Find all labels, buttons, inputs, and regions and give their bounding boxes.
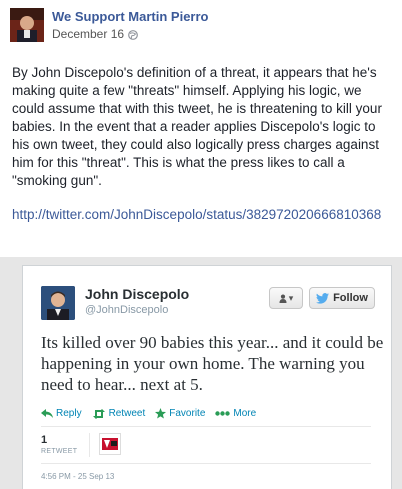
more-dots-icon (215, 411, 231, 416)
user-actions-button[interactable]: ▾ (269, 287, 303, 309)
tweet-author-handle[interactable]: @JohnDiscepolo (85, 304, 168, 316)
post-meta: December 16 (52, 27, 138, 41)
favorite-label: Favorite (169, 408, 206, 419)
post-body-text: By John Discepolo's definition of a thre… (12, 65, 382, 188)
more-label: More (233, 408, 257, 419)
follow-label: Follow (333, 292, 368, 304)
chevron-down-icon: ▾ (288, 292, 294, 303)
embedded-tweet-screenshot: John Discepolo @JohnDiscepolo ▾ Follow I… (0, 257, 402, 489)
globe-icon (128, 29, 138, 40)
retweet-count-label: RETWEET (41, 448, 78, 455)
post-date[interactable]: December 16 (52, 27, 124, 41)
reply-label: Reply (56, 408, 82, 419)
more-action[interactable]: More (215, 408, 256, 419)
retweet-stats: 1 RETWEET (41, 426, 371, 464)
reply-icon (41, 409, 53, 418)
retweet-label: Retweet (108, 408, 146, 419)
tweet-card: John Discepolo @JohnDiscepolo ▾ Follow I… (22, 265, 392, 489)
star-icon (155, 408, 167, 419)
user-dropdown-icon (279, 294, 287, 303)
tweet-timestamp[interactable]: 4:56 PM - 25 Sep 13 (41, 472, 114, 481)
retweet-count[interactable]: 1 (41, 434, 47, 446)
facebook-post: We Support Martin Pierro December 16 By … (0, 0, 402, 255)
retweeter-avatar[interactable] (99, 433, 121, 455)
twitter-bird-icon (316, 292, 330, 304)
page-avatar[interactable] (10, 8, 44, 42)
follow-button[interactable]: Follow (309, 287, 375, 309)
tweet-text: Its killed over 90 babies this year... a… (41, 333, 384, 394)
page-name-link[interactable]: We Support Martin Pierro (52, 9, 209, 24)
tweet-author-avatar[interactable] (41, 286, 75, 320)
tweet-actions: Reply Retweet Favorite More (41, 408, 256, 419)
stats-divider (89, 433, 90, 457)
favorite-action[interactable]: Favorite (155, 408, 205, 419)
tweet-author-name[interactable]: John Discepolo (85, 286, 189, 302)
reply-action[interactable]: Reply (41, 408, 82, 419)
retweet-action[interactable]: Retweet (92, 408, 146, 419)
retweet-icon (92, 408, 105, 419)
post-link[interactable]: http://twitter.com/JohnDiscepolo/status/… (12, 206, 392, 224)
